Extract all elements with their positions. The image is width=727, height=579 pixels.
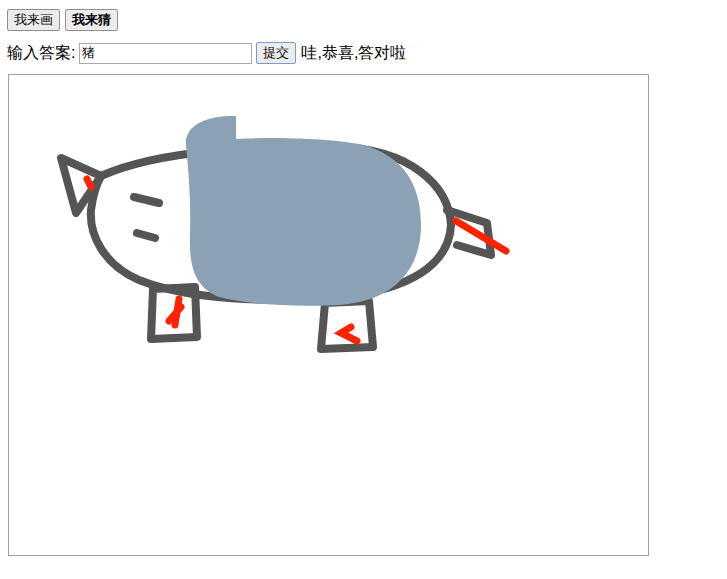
result-message: 哇,恭喜,答对啦 — [301, 41, 406, 65]
mode-toolbar: 我来画我来猜 — [7, 9, 727, 31]
answer-input[interactable] — [79, 43, 252, 64]
submit-button[interactable]: 提交 — [256, 42, 296, 64]
pig-drawing — [9, 75, 648, 555]
mode-button[interactable]: 我来猜 — [65, 9, 118, 31]
mode-button[interactable]: 我来画 — [7, 9, 60, 31]
answer-row: 输入答案: 提交哇,恭喜,答对啦 — [7, 42, 727, 64]
drawing-canvas[interactable] — [8, 74, 649, 556]
answer-label: 输入答案: — [7, 41, 75, 65]
